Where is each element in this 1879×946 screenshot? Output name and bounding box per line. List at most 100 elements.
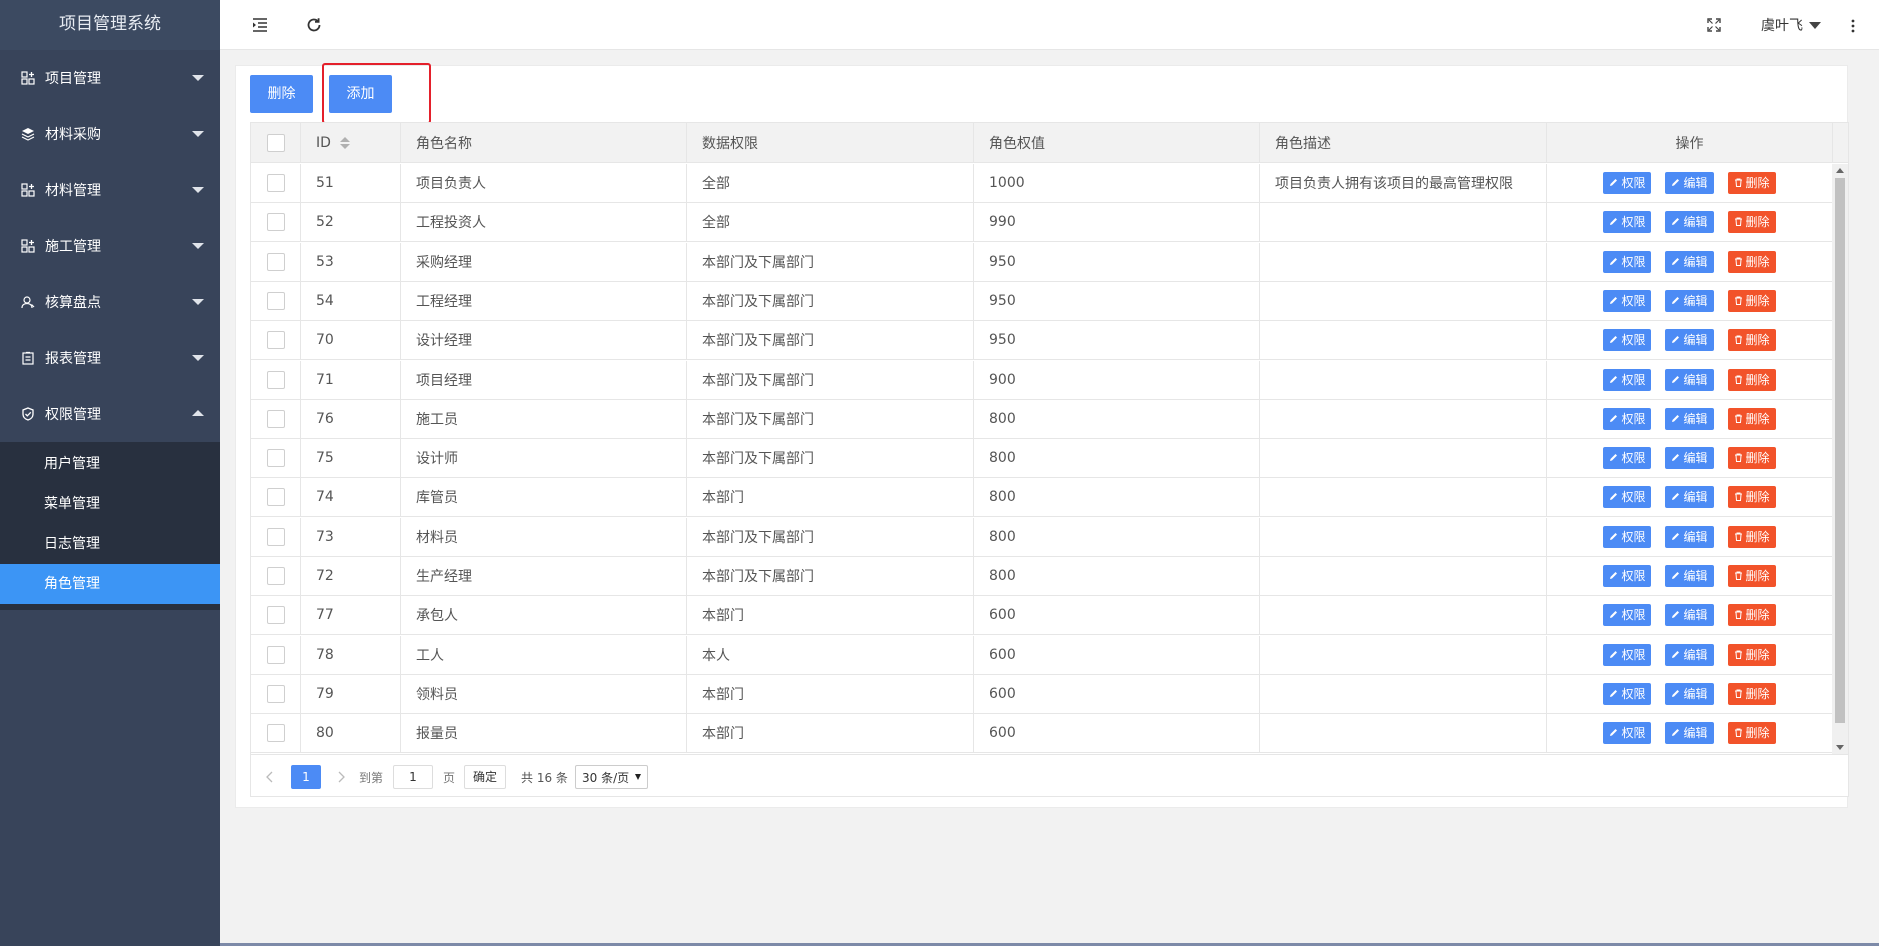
delete-button[interactable]: 删除 xyxy=(1727,682,1776,705)
permission-button[interactable]: 权限 xyxy=(1603,329,1652,352)
edit-button[interactable]: 编辑 xyxy=(1665,604,1714,627)
page-size-select[interactable]: 30 条/页 xyxy=(575,765,649,789)
delete-button[interactable]: 删除 xyxy=(1727,722,1776,745)
row-checkbox[interactable] xyxy=(266,370,285,389)
delete-button[interactable]: 删除 xyxy=(1727,604,1776,627)
edit-button[interactable]: 编辑 xyxy=(1665,172,1714,194)
edit-button[interactable]: 编辑 xyxy=(1665,565,1714,587)
row-checkbox[interactable] xyxy=(266,724,285,743)
cell-id: 76 xyxy=(301,399,401,438)
permission-button[interactable]: 权限 xyxy=(1603,172,1652,194)
edit-button[interactable]: 编辑 xyxy=(1665,289,1714,312)
row-checkbox[interactable] xyxy=(266,527,285,546)
row-checkbox[interactable] xyxy=(266,213,285,232)
more-vertical-icon[interactable] xyxy=(1841,14,1865,38)
delete-button[interactable]: 删除 xyxy=(1727,407,1776,430)
scroll-thumb[interactable] xyxy=(1835,178,1845,723)
subnav-item-0[interactable]: 用户管理 xyxy=(0,444,220,484)
row-checkbox[interactable] xyxy=(266,645,285,664)
sidebar-item-5[interactable]: 报表管理 xyxy=(0,330,220,386)
permission-button[interactable]: 权限 xyxy=(1603,525,1652,548)
batch-delete-button[interactable]: 删除 xyxy=(250,75,313,113)
delete-button[interactable]: 删除 xyxy=(1727,368,1776,391)
row-checkbox[interactable] xyxy=(266,409,285,428)
permission-button[interactable]: 权限 xyxy=(1603,565,1652,587)
goto-page-input[interactable] xyxy=(393,765,433,789)
permission-button[interactable]: 权限 xyxy=(1603,289,1652,312)
delete-button[interactable]: 删除 xyxy=(1727,211,1776,234)
edit-button[interactable]: 编辑 xyxy=(1665,407,1714,430)
row-checkbox[interactable] xyxy=(266,488,285,507)
permission-button[interactable]: 权限 xyxy=(1603,407,1652,430)
edit-button[interactable]: 编辑 xyxy=(1665,329,1714,352)
permission-button[interactable]: 权限 xyxy=(1603,604,1652,627)
scroll-down-icon[interactable] xyxy=(1836,745,1844,750)
delete-button[interactable]: 删除 xyxy=(1727,643,1776,666)
sidebar-item-2[interactable]: 材料管理 xyxy=(0,162,220,218)
fullscreen-icon[interactable] xyxy=(1702,13,1726,37)
subnav-item-2[interactable]: 日志管理 xyxy=(0,524,220,564)
scroll-up-icon[interactable] xyxy=(1836,168,1844,173)
table-scrollbar[interactable] xyxy=(1832,164,1848,754)
row-checkbox[interactable] xyxy=(266,684,285,703)
edit-button[interactable]: 编辑 xyxy=(1665,368,1714,391)
chevron-down-icon xyxy=(192,355,204,361)
permission-button[interactable]: 权限 xyxy=(1603,250,1652,273)
edit-button[interactable]: 编辑 xyxy=(1665,447,1714,470)
row-checkbox[interactable] xyxy=(266,174,285,192)
permission-button[interactable]: 权限 xyxy=(1603,211,1652,234)
row-checkbox[interactable] xyxy=(266,449,285,468)
sidebar-item-0[interactable]: 项目管理 xyxy=(0,50,220,106)
cell-name: 库管员 xyxy=(401,478,687,517)
sidebar-item-3[interactable]: 施工管理 xyxy=(0,218,220,274)
delete-button[interactable]: 删除 xyxy=(1727,525,1776,548)
delete-button[interactable]: 删除 xyxy=(1727,447,1776,470)
sidebar-item-1[interactable]: 材料采购 xyxy=(0,106,220,162)
row-checkbox[interactable] xyxy=(266,567,285,585)
column-header-id[interactable]: ID xyxy=(301,123,401,162)
permission-button[interactable]: 权限 xyxy=(1603,486,1652,509)
permission-button[interactable]: 权限 xyxy=(1603,722,1652,745)
row-checkbox[interactable] xyxy=(266,252,285,271)
prev-page-icon[interactable] xyxy=(263,765,275,789)
subnav-item-3[interactable]: 角色管理 xyxy=(0,564,220,604)
delete-button[interactable]: 删除 xyxy=(1727,172,1776,194)
sidebar-item-4[interactable]: 核算盘点 xyxy=(0,274,220,330)
edit-button[interactable]: 编辑 xyxy=(1665,525,1714,548)
delete-button[interactable]: 删除 xyxy=(1727,289,1776,312)
delete-button[interactable]: 删除 xyxy=(1727,486,1776,509)
page-1[interactable]: 1 xyxy=(291,765,321,789)
cell-name: 施工员 xyxy=(401,399,687,438)
row-checkbox[interactable] xyxy=(266,291,285,310)
table-row: 73 材料员 本部门及下属部门 800 权限 编辑 删除 xyxy=(251,517,1832,557)
edit-button[interactable]: 编辑 xyxy=(1665,250,1714,273)
permission-button[interactable]: 权限 xyxy=(1603,682,1652,705)
button-label: 权限 xyxy=(1621,451,1646,466)
cell-name: 材料员 xyxy=(401,517,687,556)
edit-button[interactable]: 编辑 xyxy=(1665,722,1714,745)
sidebar-item-6[interactable]: 权限管理 xyxy=(0,386,220,442)
delete-button[interactable]: 删除 xyxy=(1727,565,1776,587)
select-all-checkbox[interactable] xyxy=(266,133,285,152)
menu-fold-icon[interactable] xyxy=(248,13,272,37)
row-checkbox[interactable] xyxy=(266,331,285,350)
permission-button[interactable]: 权限 xyxy=(1603,368,1652,391)
permission-button[interactable]: 权限 xyxy=(1603,643,1652,666)
button-label: 删除 xyxy=(1745,569,1770,583)
cell-weight: 950 xyxy=(974,281,1260,320)
next-page-icon[interactable] xyxy=(335,765,347,789)
permission-button[interactable]: 权限 xyxy=(1603,447,1652,470)
goto-confirm-button[interactable]: 确定 xyxy=(464,765,507,789)
sort-icon[interactable] xyxy=(339,136,350,149)
row-checkbox[interactable] xyxy=(266,606,285,625)
user-menu[interactable]: 虞叶飞 xyxy=(1761,15,1821,35)
subnav-item-1[interactable]: 菜单管理 xyxy=(0,484,220,524)
refresh-icon[interactable] xyxy=(302,13,326,37)
edit-button[interactable]: 编辑 xyxy=(1665,643,1714,666)
delete-button[interactable]: 删除 xyxy=(1727,329,1776,352)
edit-button[interactable]: 编辑 xyxy=(1665,486,1714,509)
chevron-down-icon xyxy=(192,299,204,305)
edit-button[interactable]: 编辑 xyxy=(1665,211,1714,234)
edit-button[interactable]: 编辑 xyxy=(1665,682,1714,705)
delete-button[interactable]: 删除 xyxy=(1727,250,1776,273)
